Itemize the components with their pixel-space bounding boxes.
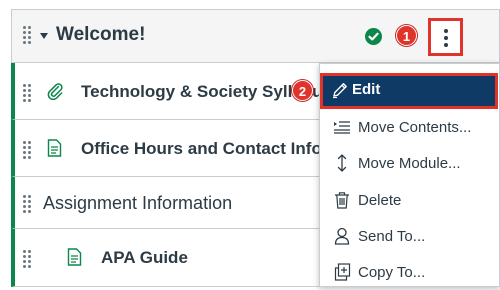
callout-badge-1: 1 [396, 25, 417, 46]
module-title[interactable]: Welcome! [56, 24, 145, 46]
menu-item-send-to[interactable]: Send To... [320, 218, 500, 254]
drag-handle-icon[interactable] [23, 250, 31, 268]
menu-item-copy-to[interactable]: Copy To... [320, 254, 500, 290]
menu-item-move-module[interactable]: Move Module... [320, 145, 500, 181]
menu-item-label: Delete [358, 191, 402, 209]
subheader-label: Assignment Information [43, 193, 233, 213]
menu-item-label: Move Contents... [358, 118, 472, 136]
attachment-icon [46, 82, 64, 105]
kebab-icon [431, 21, 460, 47]
page-icon [67, 248, 82, 271]
menu-item-label[interactable]: Edit [352, 81, 380, 98]
collapse-caret-icon[interactable] [40, 33, 48, 39]
move-contents-icon [332, 117, 352, 137]
published-check-icon[interactable] [365, 28, 382, 45]
drag-handle-icon[interactable] [23, 84, 31, 102]
callout-badge-2: 2 [292, 80, 313, 101]
trash-icon [332, 190, 352, 210]
drag-handle-icon[interactable] [23, 195, 31, 213]
menu-item-move-contents[interactable]: Move Contents... [320, 109, 500, 145]
copy-icon [332, 262, 352, 282]
page-icon [47, 139, 62, 162]
menu-item-label: Move Module... [358, 154, 461, 172]
menu-item-label: Send To... [358, 227, 426, 245]
module-item-link[interactable]: Office Hours and Contact Info [81, 139, 322, 159]
drag-handle-icon[interactable] [23, 26, 31, 44]
user-icon [332, 226, 352, 246]
drag-handle-icon[interactable] [23, 141, 31, 159]
module-options-button[interactable] [428, 18, 463, 56]
menu-item-label: Copy To... [358, 263, 426, 281]
vertical-arrows-icon [332, 153, 352, 173]
module-item-link[interactable]: APA Guide [101, 248, 188, 268]
pencil-icon [331, 81, 349, 104]
menu-item-delete[interactable]: Delete [320, 182, 500, 218]
